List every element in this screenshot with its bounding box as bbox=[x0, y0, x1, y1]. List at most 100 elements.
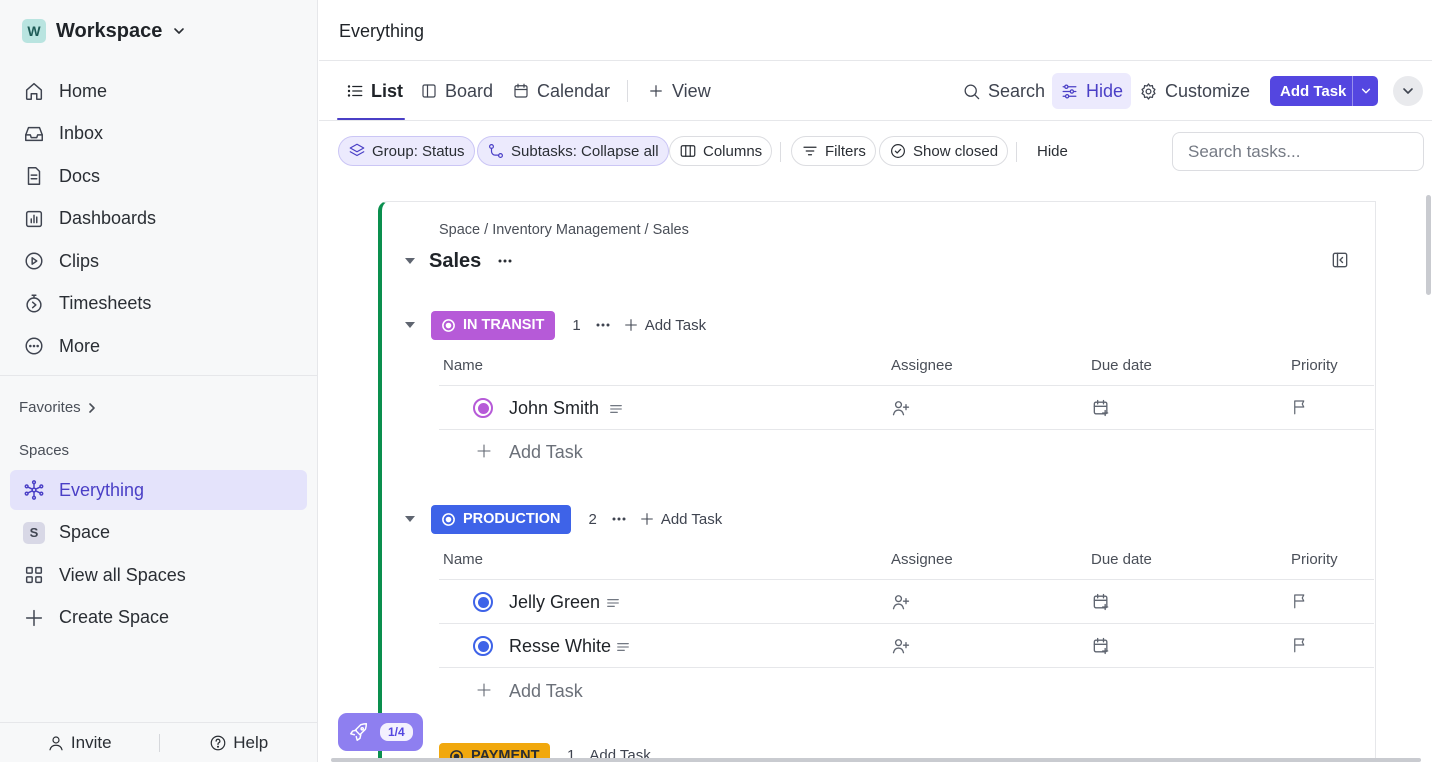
grid-icon bbox=[25, 566, 43, 584]
column-name[interactable]: Name bbox=[443, 357, 483, 374]
task-row[interactable]: John Smith bbox=[439, 386, 1374, 430]
show-closed-chip[interactable]: Show closed bbox=[879, 136, 1009, 166]
hide-chip[interactable]: Hide bbox=[1028, 136, 1077, 166]
dashboard-icon bbox=[25, 210, 43, 227]
group-add-task-button[interactable]: Add Task bbox=[639, 511, 722, 528]
add-assignee-icon[interactable] bbox=[891, 592, 911, 612]
list-title: Sales bbox=[429, 249, 482, 272]
flag-icon[interactable] bbox=[1291, 592, 1309, 610]
task-name[interactable]: Jelly Green bbox=[509, 592, 600, 613]
add-assignee-icon[interactable] bbox=[891, 636, 911, 656]
chevron-down-icon bbox=[1403, 88, 1413, 94]
group-by-chip[interactable]: Group: Status bbox=[338, 136, 475, 166]
columns-icon bbox=[680, 145, 696, 157]
column-assignee[interactable]: Assignee bbox=[891, 551, 953, 568]
subtasks-chip[interactable]: Subtasks: Collapse all bbox=[477, 136, 669, 166]
add-task-row[interactable]: Add Task bbox=[439, 430, 1374, 474]
task-row[interactable]: Resse White bbox=[439, 624, 1374, 668]
add-due-date-icon[interactable] bbox=[1091, 398, 1111, 418]
flag-icon[interactable] bbox=[1291, 636, 1309, 654]
search-button[interactable]: Search bbox=[954, 73, 1053, 109]
sidebar-item-label: View all Spaces bbox=[59, 564, 186, 585]
column-header-row: Name Assignee Due date Priority bbox=[439, 538, 1374, 580]
task-name[interactable]: John Smith bbox=[509, 398, 599, 419]
onboarding-checklist-button[interactable]: 1/4 bbox=[338, 713, 423, 751]
customize-button[interactable]: Customize bbox=[1131, 73, 1258, 109]
add-due-date-icon[interactable] bbox=[1091, 636, 1111, 656]
column-priority[interactable]: Priority bbox=[1291, 551, 1338, 568]
more-icon[interactable] bbox=[495, 251, 515, 271]
horizontal-scrollbar[interactable] bbox=[331, 758, 1421, 762]
sidebar-footer: Invite Help bbox=[0, 722, 318, 762]
group-add-task-button[interactable]: Add Task bbox=[623, 317, 706, 334]
caret-down-icon[interactable] bbox=[405, 322, 415, 328]
task-status-icon[interactable] bbox=[473, 636, 493, 656]
sidebar-item-create-space[interactable]: Create Space bbox=[10, 598, 307, 638]
columns-chip[interactable]: Columns bbox=[669, 136, 773, 166]
view-bar: List Board Calendar View Search Hide Cus… bbox=[319, 61, 1432, 121]
hide-button[interactable]: Hide bbox=[1052, 73, 1132, 109]
caret-down-icon[interactable] bbox=[405, 516, 415, 522]
sidebar-item-docs[interactable]: Docs bbox=[10, 156, 307, 196]
task-status-icon[interactable] bbox=[473, 398, 493, 418]
tab-add-view[interactable]: View bbox=[647, 61, 711, 121]
more-icon[interactable] bbox=[609, 509, 629, 529]
sidebar-item-label: More bbox=[59, 335, 101, 356]
sidebar-item-inbox[interactable]: Inbox bbox=[10, 114, 307, 154]
sidebar-item-label: Docs bbox=[59, 165, 101, 186]
sidebar-item-home[interactable]: Home bbox=[10, 71, 307, 111]
column-name[interactable]: Name bbox=[443, 551, 483, 568]
filter-divider bbox=[780, 142, 781, 162]
check-circle-icon bbox=[891, 144, 905, 158]
sidebar-item-clips[interactable]: Clips bbox=[10, 241, 307, 281]
column-assignee[interactable]: Assignee bbox=[891, 357, 953, 374]
board-icon bbox=[422, 84, 436, 98]
sidebar-item-dashboards[interactable]: Dashboards bbox=[10, 199, 307, 239]
filters-chip[interactable]: Filters bbox=[791, 136, 876, 166]
column-due-date[interactable]: Due date bbox=[1091, 551, 1152, 568]
favorites-toggle[interactable]: Favorites bbox=[19, 399, 99, 416]
column-priority[interactable]: Priority bbox=[1291, 357, 1338, 374]
status-ring-icon bbox=[442, 318, 455, 332]
add-task-button[interactable]: Add Task bbox=[1270, 76, 1378, 106]
add-task-dropdown[interactable] bbox=[1352, 76, 1378, 106]
add-task-row[interactable]: Add Task bbox=[439, 669, 1374, 713]
rocket-icon bbox=[350, 723, 368, 741]
workspace-switcher[interactable]: W Workspace bbox=[22, 19, 186, 43]
panel-collapse-icon[interactable] bbox=[1330, 250, 1350, 270]
status-badge[interactable]: PRODUCTION bbox=[431, 504, 572, 534]
more-circle-icon bbox=[25, 337, 43, 355]
main-area: Everything List Board Calendar View Sear… bbox=[319, 0, 1432, 762]
tab-calendar[interactable]: Calendar bbox=[512, 61, 610, 121]
invite-label: Invite bbox=[70, 732, 112, 752]
vertical-scrollbar[interactable] bbox=[1426, 195, 1431, 295]
add-assignee-icon[interactable] bbox=[891, 398, 911, 418]
sidebar-divider bbox=[0, 375, 318, 376]
sidebar-item-space[interactable]: S Space bbox=[10, 513, 307, 553]
sidebar-item-more[interactable]: More bbox=[10, 326, 307, 366]
flag-icon[interactable] bbox=[1291, 398, 1309, 416]
tab-label: List bbox=[371, 80, 404, 101]
column-due-date[interactable]: Due date bbox=[1091, 357, 1152, 374]
help-button[interactable]: Help bbox=[160, 733, 319, 753]
add-task-label: Add Task bbox=[644, 316, 707, 334]
tab-list[interactable]: List bbox=[346, 61, 403, 121]
tab-board[interactable]: Board bbox=[420, 61, 493, 121]
sidebar-item-timesheets[interactable]: Timesheets bbox=[10, 284, 307, 324]
help-icon bbox=[210, 735, 226, 750]
sidebar-item-label: Timesheets bbox=[59, 293, 152, 313]
more-icon[interactable] bbox=[593, 315, 613, 335]
status-label: IN TRANSIT bbox=[463, 317, 545, 333]
task-name[interactable]: Resse White bbox=[509, 636, 611, 657]
task-status-icon[interactable] bbox=[473, 592, 493, 612]
search-tasks-input[interactable] bbox=[1172, 132, 1424, 171]
sidebar-item-everything[interactable]: Everything bbox=[10, 470, 307, 510]
sidebar-item-view-all-spaces[interactable]: View all Spaces bbox=[10, 555, 307, 595]
collapse-header-button[interactable] bbox=[1393, 76, 1423, 106]
add-due-date-icon[interactable] bbox=[1091, 592, 1111, 612]
status-badge[interactable]: IN TRANSIT bbox=[431, 310, 556, 340]
filter-divider bbox=[1016, 142, 1017, 162]
task-row[interactable]: Jelly Green bbox=[439, 580, 1374, 624]
caret-down-icon[interactable] bbox=[405, 258, 415, 264]
invite-button[interactable]: Invite bbox=[0, 733, 159, 753]
